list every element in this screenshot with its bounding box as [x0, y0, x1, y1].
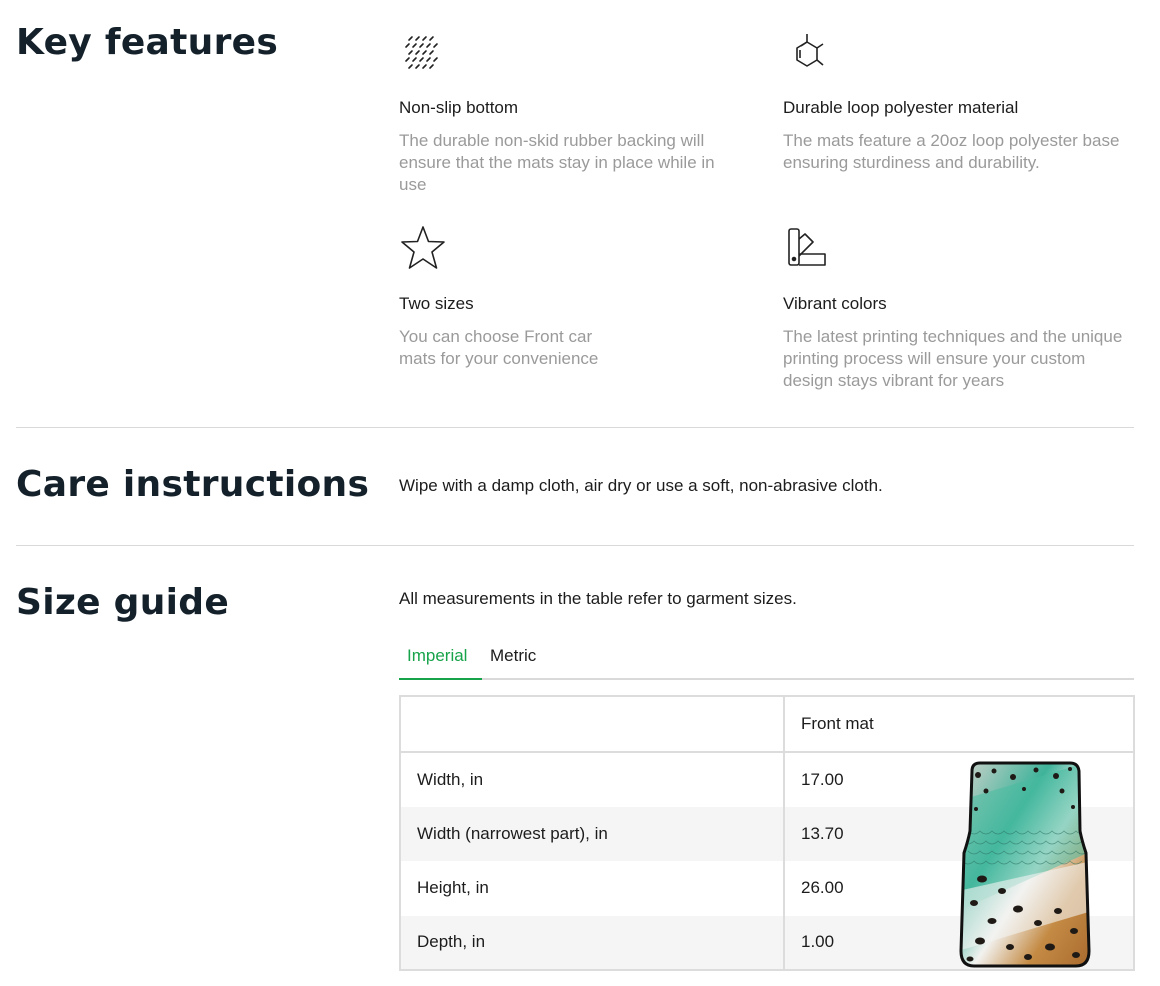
table-header-cell: [400, 696, 785, 754]
key-features-title: Key features: [16, 22, 279, 63]
feature-title: Vibrant colors: [783, 294, 887, 313]
front-mat-image: [959, 761, 1091, 968]
feature-loop-polyester: Durable loop polyester material The mats…: [783, 28, 1128, 172]
feature-vibrant-colors: Vibrant colors The latest printing techn…: [783, 224, 1128, 390]
feature-description: You can choose Front car mats for your c…: [399, 327, 599, 368]
size-guide-note: All measurements in the table refer to g…: [399, 589, 797, 608]
care-instructions-text: Wipe with a damp cloth, air dry or use a…: [399, 476, 883, 495]
feature-title: Durable loop polyester material: [783, 98, 1019, 117]
molecule-icon: [796, 34, 824, 67]
feature-two-sizes: Two sizes You can choose Front car mats …: [399, 224, 744, 368]
row-label: Height, in: [400, 861, 785, 916]
table-header-row: Front mat: [400, 696, 1134, 754]
star-icon: [401, 226, 445, 269]
feature-title: Two sizes: [399, 294, 474, 313]
texture-dots-icon: [405, 36, 438, 69]
feature-title: Non-slip bottom: [399, 98, 519, 117]
section-divider: [16, 545, 1134, 546]
row-label: Width (narrowest part), in: [400, 806, 785, 862]
color-swatch-icon: [788, 228, 826, 266]
row-label: Depth, in: [400, 915, 785, 970]
tab-metric[interactable]: Metric: [482, 646, 544, 680]
unit-tabs: Imperial Metric: [399, 640, 1134, 680]
feature-description: The durable non-skid rubber backing will…: [399, 131, 715, 194]
feature-non-slip: Non-slip bottom The durable non-skid rub…: [399, 28, 744, 194]
care-instructions-title: Care instructions: [16, 464, 370, 505]
tab-imperial[interactable]: Imperial: [399, 646, 482, 680]
section-divider: [16, 427, 1134, 428]
size-guide-title: Size guide: [16, 582, 230, 623]
feature-description: The latest printing techniques and the u…: [783, 327, 1123, 390]
feature-description: The mats feature a 20oz loop polyester b…: [783, 131, 1120, 172]
table-header-cell: Front mat: [784, 696, 1134, 754]
row-label: Width, in: [400, 752, 785, 807]
